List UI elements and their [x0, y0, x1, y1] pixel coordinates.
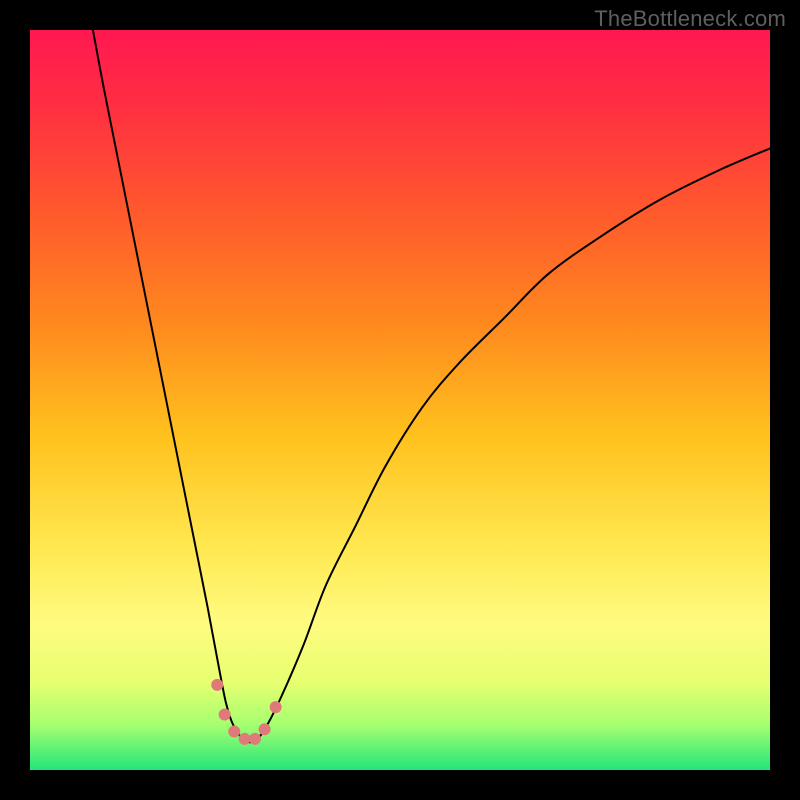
- gradient-background: [30, 30, 770, 770]
- highlight-dot: [249, 733, 261, 745]
- highlight-dot: [211, 679, 223, 691]
- highlight-dot: [228, 726, 240, 738]
- watermark-text: TheBottleneck.com: [594, 6, 786, 32]
- highlight-dot: [270, 701, 282, 713]
- chart-stage: TheBottleneck.com: [0, 0, 800, 800]
- highlight-dot: [219, 709, 231, 721]
- chart-svg: [0, 0, 800, 800]
- highlight-dot: [239, 733, 251, 745]
- highlight-dot: [259, 723, 271, 735]
